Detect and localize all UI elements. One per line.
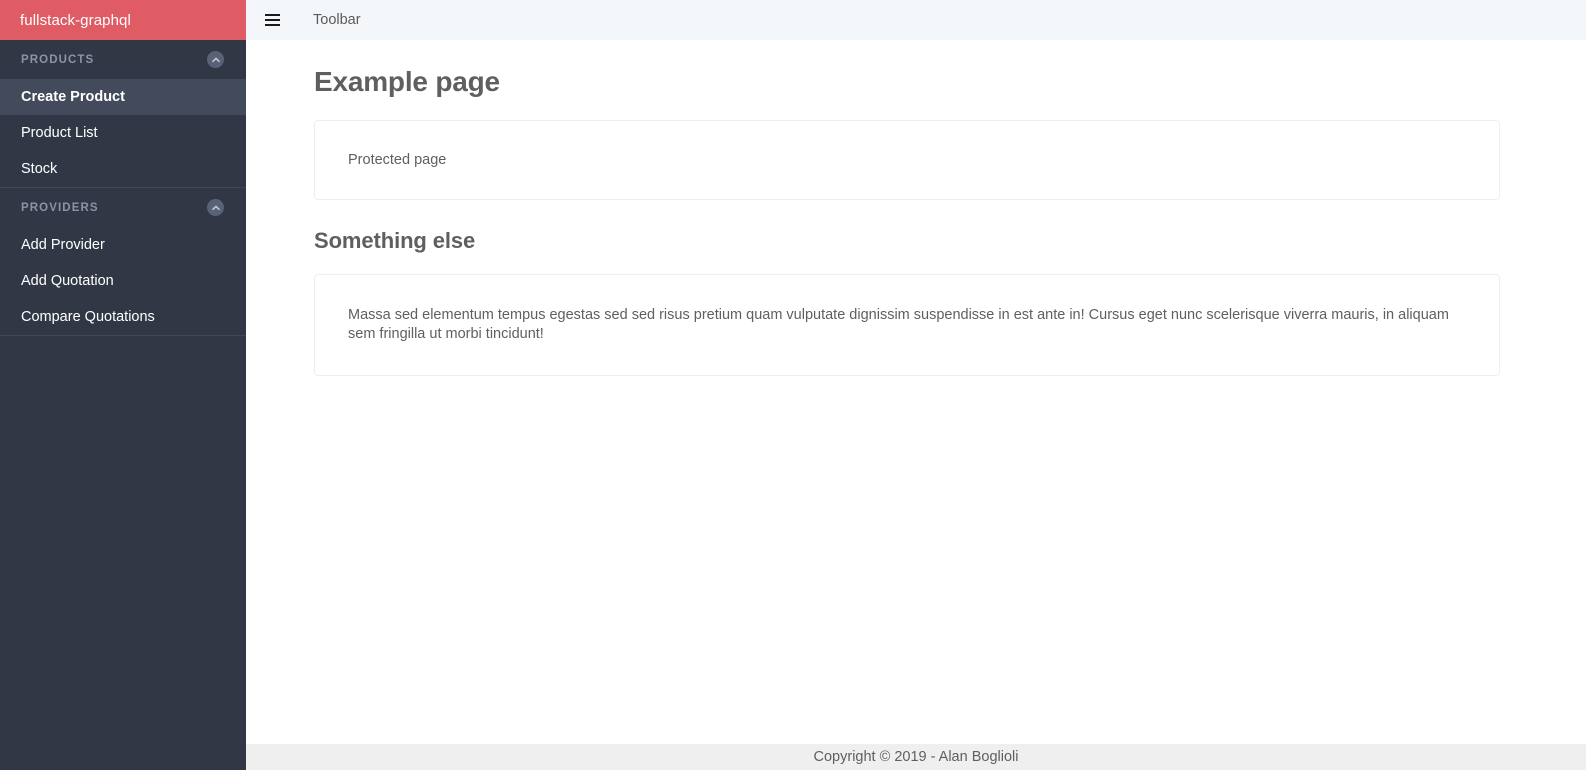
page-content: Example page Protected page Something el… — [246, 40, 1586, 770]
protected-page-card: Protected page — [314, 120, 1500, 200]
sidebar-item-add-quotation[interactable]: Add Quotation — [0, 263, 246, 299]
toolbar: Toolbar — [246, 0, 1586, 40]
app-root: fullstack-graphql PRODUCTS Create Produc… — [0, 0, 1586, 770]
sidebar-item-create-product[interactable]: Create Product — [0, 79, 246, 115]
chevron-up-circle-icon[interactable] — [207, 51, 224, 68]
page-title: Example page — [314, 66, 500, 97]
brand-title: fullstack-graphql — [20, 11, 131, 29]
hamburger-menu-icon[interactable] — [259, 7, 285, 33]
sidebar-item-label: Add Provider — [21, 237, 105, 253]
description-text: Massa sed elementum tempus egestas sed s… — [348, 307, 1449, 342]
sidebar-item-label: Compare Quotations — [21, 309, 155, 325]
toolbar-title: Toolbar — [313, 12, 361, 28]
hamburger-bar — [264, 19, 280, 21]
brand-header: fullstack-graphql — [0, 0, 246, 40]
sidebar-item-label: Create Product — [21, 89, 125, 105]
sidebar-item-product-list[interactable]: Product List — [0, 115, 246, 151]
sidebar-section-products: PRODUCTS Create Product Product List Sto… — [0, 40, 246, 187]
chevron-up-circle-icon[interactable] — [207, 199, 224, 216]
hamburger-bar — [264, 14, 280, 16]
sidebar-item-label: Stock — [21, 161, 58, 177]
sidebar-section-header-products[interactable]: PRODUCTS — [0, 40, 246, 79]
hamburger-bar — [264, 24, 280, 26]
sidebar-item-label: Add Quotation — [21, 273, 114, 289]
sidebar-item-label: Product List — [21, 125, 98, 141]
sidebar-item-compare-quotations[interactable]: Compare Quotations — [0, 299, 246, 335]
sidebar: fullstack-graphql PRODUCTS Create Produc… — [0, 0, 246, 770]
sidebar-item-add-provider[interactable]: Add Provider — [0, 227, 246, 263]
sidebar-section-providers: PROVIDERS Add Provider Add Quotation Com… — [0, 187, 246, 336]
sidebar-item-stock[interactable]: Stock — [0, 151, 246, 187]
sidebar-section-title-products: PRODUCTS — [21, 53, 95, 66]
description-card: Massa sed elementum tempus egestas sed s… — [314, 274, 1500, 376]
footer-copyright: Copyright © 2019 - Alan Boglioli — [813, 749, 1019, 765]
sidebar-section-header-providers[interactable]: PROVIDERS — [0, 188, 246, 227]
section-heading: Something else — [314, 228, 476, 253]
sidebar-section-title-providers: PROVIDERS — [21, 201, 99, 214]
footer: Copyright © 2019 - Alan Boglioli — [246, 744, 1586, 770]
main-area: Toolbar Example page Protected page Some… — [246, 0, 1586, 770]
protected-page-text: Protected page — [348, 151, 447, 168]
